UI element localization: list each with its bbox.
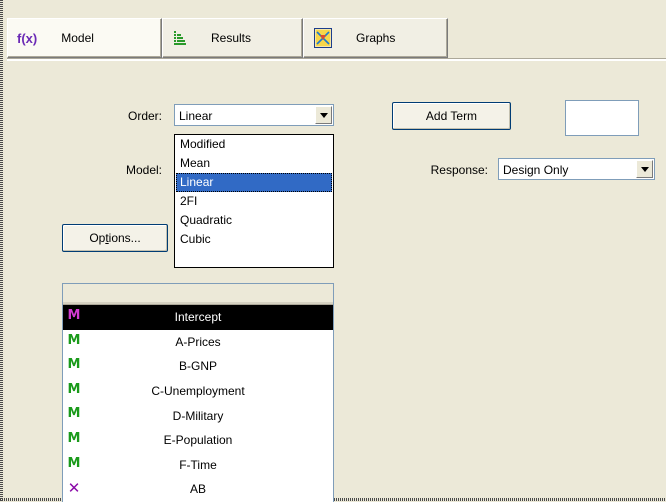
list-item[interactable]: M B-GNP (63, 354, 333, 379)
tab-strip: f(x) Model Results Graphs (7, 18, 666, 58)
order-dropdown-list: Modified Mean Linear 2FI Quadratic Cubic (174, 134, 334, 268)
list-header (63, 284, 333, 305)
order-option-cubic[interactable]: Cubic (176, 230, 332, 249)
options-button-label: Options... (89, 231, 141, 245)
order-option-modified[interactable]: Modified (176, 135, 332, 154)
model-term-icon: M (67, 455, 81, 471)
model-term-icon: M (67, 357, 81, 373)
tab-results[interactable]: Results (162, 18, 303, 58)
list-item[interactable]: M Intercept (63, 305, 333, 330)
response-select-value: Design Only (503, 163, 569, 177)
order-select-value: Linear (179, 109, 213, 123)
response-select[interactable]: Design Only (498, 158, 655, 180)
order-label: Order: (127, 109, 162, 123)
add-term-button[interactable]: Add Term (392, 102, 511, 130)
tab-graphs[interactable]: Graphs (303, 18, 448, 58)
tab-model-label: Model (61, 31, 94, 45)
list-item[interactable]: M A-Prices (63, 330, 333, 355)
order-option-mean[interactable]: Mean (176, 154, 332, 173)
model-term-icon: M (67, 332, 81, 348)
tab-graphs-label: Graphs (356, 31, 396, 45)
term-name: AB (189, 482, 206, 497)
list-item[interactable]: M D-Military (63, 403, 333, 428)
model-label: Model: (125, 163, 162, 177)
model-term-icon: M (67, 381, 81, 397)
model-term-icon: M (67, 308, 81, 323)
results-table-icon (173, 30, 187, 46)
chevron-down-icon[interactable] (315, 106, 332, 124)
fx-icon: f(x) (17, 30, 38, 46)
order-option-2fi[interactable]: 2FI (176, 192, 332, 211)
term-name: B-GNP (178, 359, 217, 374)
list-item[interactable]: M E-Population (63, 428, 333, 453)
term-name: E-Population (163, 433, 233, 448)
order-select[interactable]: Linear (174, 104, 334, 126)
tab-panel-edge (7, 58, 666, 61)
list-item[interactable]: M F-Time (63, 453, 333, 478)
list-item[interactable]: ✕ AB (63, 477, 333, 502)
order-option-linear[interactable]: Linear (176, 173, 332, 192)
window-left-border (0, 0, 3, 502)
term-name: F-Time (179, 457, 217, 472)
model-term-icon: M (67, 406, 81, 422)
term-input[interactable] (565, 100, 639, 136)
response-label: Response: (430, 163, 488, 177)
options-button[interactable]: Options... (62, 224, 168, 252)
add-term-button-label: Add Term (425, 109, 478, 123)
term-name: A-Prices (175, 334, 221, 349)
model-terms-list[interactable]: M Intercept M A-Prices M B-GNP M C-Unemp… (62, 283, 334, 502)
order-option-quadratic[interactable]: Quadratic (176, 211, 332, 230)
excluded-term-icon: ✕ (67, 479, 81, 498)
term-name: D-Military (172, 408, 224, 423)
tab-model[interactable]: f(x) Model (7, 18, 162, 58)
tab-results-label: Results (211, 31, 252, 45)
list-item[interactable]: M C-Unemployment (63, 379, 333, 404)
term-name: Intercept (174, 310, 222, 325)
chevron-down-icon[interactable] (636, 160, 653, 178)
model-term-icon: M (67, 430, 81, 446)
graphs-icon (314, 28, 332, 48)
term-name: C-Unemployment (151, 384, 245, 399)
